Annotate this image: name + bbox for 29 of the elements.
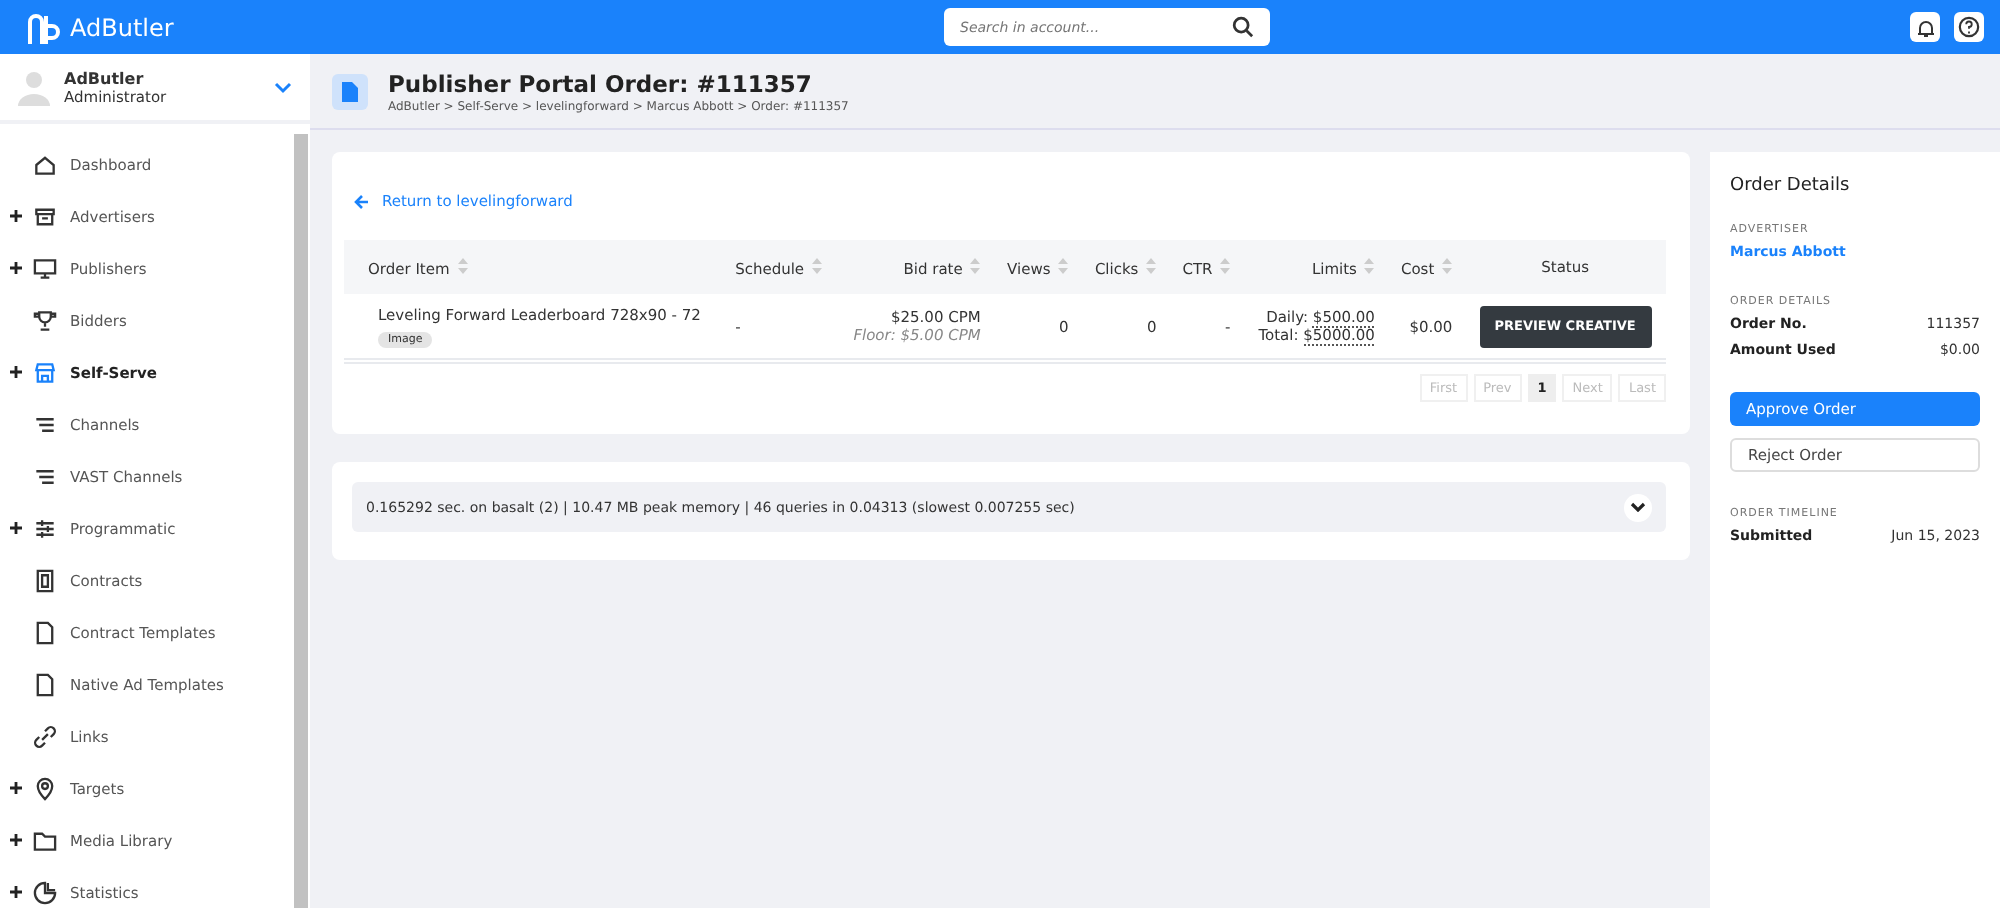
expand-button[interactable] <box>1624 493 1652 521</box>
logo-icon <box>24 9 64 45</box>
chevron-down-icon <box>1630 502 1646 512</box>
nav-icon <box>32 723 58 749</box>
page-icon <box>332 73 368 109</box>
nav-icon <box>32 567 58 593</box>
notifications-button[interactable] <box>1910 12 1940 42</box>
avatar-icon <box>18 69 50 105</box>
nav-icon <box>32 827 58 853</box>
chevron-down-icon <box>274 81 292 93</box>
bell-icon <box>1915 17 1935 37</box>
nav-icon <box>32 671 58 697</box>
nav-icon <box>32 775 58 801</box>
arrow-left-icon <box>354 193 370 209</box>
panel-title: Order Details <box>1730 176 1852 196</box>
nav-icon <box>32 879 58 905</box>
page-title: Publisher Portal Order: #111357 <box>388 69 814 97</box>
logo-text: AdButler <box>70 13 174 41</box>
nav-icon <box>32 151 58 177</box>
scrollbar[interactable] <box>294 134 308 908</box>
user-name: AdButler <box>64 69 146 87</box>
nav-icon <box>32 255 58 281</box>
nav-icon <box>32 203 58 229</box>
nav-icon <box>32 359 58 385</box>
nav-icon <box>32 515 58 541</box>
nav-icon <box>32 619 58 645</box>
nav-icon <box>32 307 58 333</box>
help-icon <box>1958 16 1980 38</box>
help-button[interactable] <box>1954 12 1984 42</box>
